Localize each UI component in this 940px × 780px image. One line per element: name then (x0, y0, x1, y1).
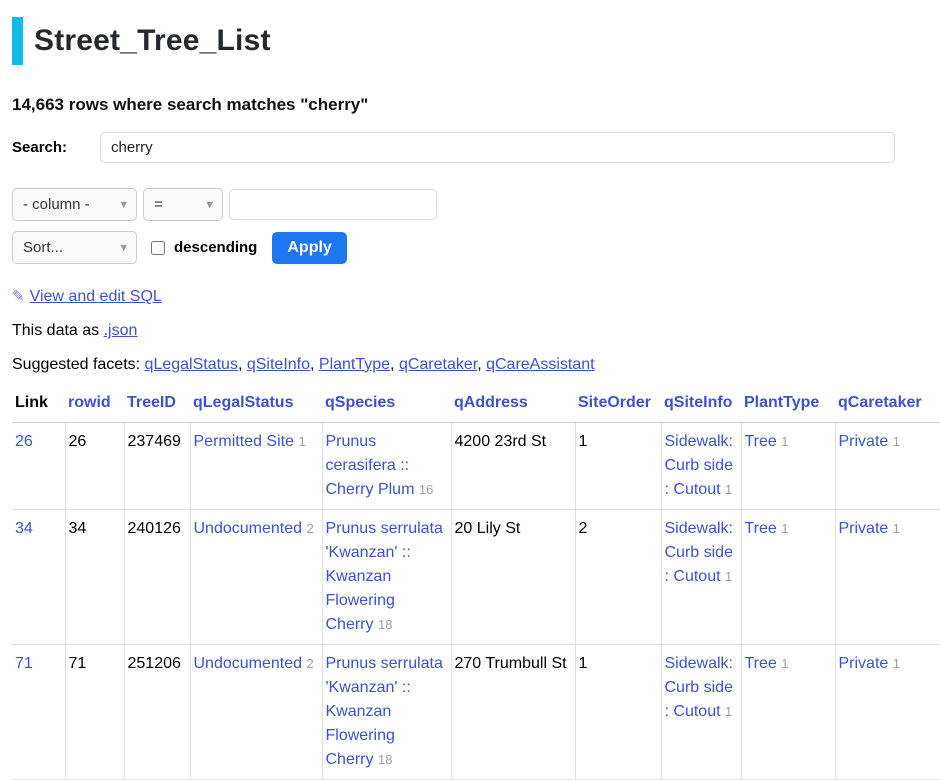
page: Street_Tree_List 14,663 rows where searc… (0, 0, 940, 780)
sort-select[interactable]: Sort... (12, 231, 137, 264)
col-header-qaddress[interactable]: qAddress (454, 394, 528, 411)
facet-item: qLegalStatus (145, 356, 247, 373)
site-order-value: 1 (579, 433, 588, 450)
search-label: Search: (12, 139, 100, 156)
rowid-value: 71 (69, 655, 87, 672)
treeid-value: 251206 (128, 655, 181, 672)
descending-label: descending (174, 239, 257, 256)
data-as-label: This data as (12, 322, 99, 339)
caretaker-link[interactable]: Private (839, 520, 889, 537)
page-title: Street_Tree_List (34, 24, 271, 58)
site-order-value: 1 (579, 655, 588, 672)
page-header: Street_Tree_List (12, 17, 940, 65)
sort-select-wrap: Sort... (12, 231, 137, 264)
facet-count: 16 (419, 482, 433, 497)
facet-count: 1 (781, 521, 788, 536)
facet-item: qCaretaker (399, 356, 486, 373)
operator-select-wrap: = (143, 188, 223, 221)
col-header-qlegalstatus[interactable]: qLegalStatus (193, 394, 293, 411)
legal-status-link[interactable]: Permitted Site (194, 433, 294, 450)
legal-status-link[interactable]: Undocumented (194, 655, 303, 672)
facet-link-planttype[interactable]: PlantType (319, 356, 390, 373)
col-header-planttype[interactable]: PlantType (744, 394, 819, 411)
facet-count: 1 (893, 521, 900, 536)
facet-count: 18 (378, 617, 392, 632)
facet-count: 2 (306, 521, 313, 536)
col-header-link: Link (12, 390, 65, 423)
pencil-icon: ✎ (12, 288, 25, 305)
site-order-value: 2 (579, 520, 588, 537)
address-value: 4200 23rd St (455, 433, 547, 450)
facet-count: 1 (893, 656, 900, 671)
facet-link-qcareassistant[interactable]: qCareAssistant (486, 356, 595, 373)
row-link[interactable]: 71 (15, 655, 33, 672)
column-select[interactable]: - column - (12, 188, 137, 221)
json-link[interactable]: .json (104, 322, 138, 339)
facet-item: qSiteInfo (247, 356, 319, 373)
site-info-link[interactable]: Sidewalk: Curb side : Cutout (665, 520, 733, 585)
descending-checkbox[interactable] (151, 241, 165, 255)
row-link[interactable]: 26 (15, 433, 33, 450)
treeid-value: 237469 (128, 433, 181, 450)
row-count-summary: 14,663 rows where search matches "cherry… (12, 95, 940, 115)
address-value: 270 Trumbull St (455, 655, 567, 672)
facet-link-qlegalstatus[interactable]: qLegalStatus (145, 356, 238, 373)
col-header-qspecies[interactable]: qSpecies (325, 394, 395, 411)
facet-link-qcaretaker[interactable]: qCaretaker (399, 356, 477, 373)
plant-type-link[interactable]: Tree (745, 655, 777, 672)
site-info-link[interactable]: Sidewalk: Curb side : Cutout (665, 655, 733, 720)
facet-count: 1 (893, 434, 900, 449)
legal-status-link[interactable]: Undocumented (194, 520, 303, 537)
col-header-rowid[interactable]: rowid (68, 394, 111, 411)
site-info-link[interactable]: Sidewalk: Curb side : Cutout (665, 433, 733, 498)
table-header-row: Link rowid TreeID qLegalStatus qSpecies … (12, 390, 940, 423)
results-table: Link rowid TreeID qLegalStatus qSpecies … (12, 390, 940, 780)
search-input[interactable] (100, 132, 895, 163)
col-header-qcaretaker[interactable]: qCaretaker (838, 394, 922, 411)
plant-type-link[interactable]: Tree (745, 520, 777, 537)
table-row: 26 26 237469 Permitted Site 1 Prunus cer… (12, 423, 940, 510)
view-edit-sql-link[interactable]: View and edit SQL (30, 288, 162, 305)
accent-bar (12, 17, 23, 65)
facet-count: 1 (725, 704, 732, 719)
sql-line: ✎ View and edit SQL (12, 287, 940, 306)
caretaker-link[interactable]: Private (839, 655, 889, 672)
facet-count: 1 (298, 434, 305, 449)
table-row: 71 71 251206 Undocumented 2 Prunus serru… (12, 645, 940, 780)
filter-value-input[interactable] (229, 189, 437, 220)
col-header-treeid[interactable]: TreeID (127, 394, 176, 411)
facet-link-qsiteinfo[interactable]: qSiteInfo (247, 356, 310, 373)
operator-select[interactable]: = (143, 188, 223, 221)
col-header-siteorder[interactable]: SiteOrder (578, 394, 651, 411)
table-row: 34 34 240126 Undocumented 2 Prunus serru… (12, 510, 940, 645)
facet-count: 1 (725, 569, 732, 584)
address-value: 20 Lily St (455, 520, 521, 537)
col-header-qsiteinfo[interactable]: qSiteInfo (664, 394, 732, 411)
facets-label: Suggested facets: (12, 356, 140, 373)
species-link[interactable]: Prunus cerasifera :: Cherry Plum (326, 433, 415, 498)
apply-button[interactable]: Apply (272, 232, 346, 264)
search-form: Search: (12, 132, 895, 163)
facet-item: PlantType (319, 356, 399, 373)
row-link[interactable]: 34 (15, 520, 33, 537)
suggested-facets-line: Suggested facets: qLegalStatus qSiteInfo… (12, 356, 940, 374)
treeid-value: 240126 (128, 520, 181, 537)
caretaker-link[interactable]: Private (839, 433, 889, 450)
sort-row: Sort... descending Apply (12, 231, 940, 264)
data-export-line: This data as .json (12, 322, 940, 340)
rowid-value: 26 (69, 433, 87, 450)
column-select-wrap: - column - (12, 188, 137, 221)
facet-count: 2 (306, 656, 313, 671)
facet-count: 1 (781, 434, 788, 449)
plant-type-link[interactable]: Tree (745, 433, 777, 450)
filter-row: - column - = (12, 188, 940, 221)
facet-count: 1 (781, 656, 788, 671)
facet-count: 1 (725, 482, 732, 497)
rowid-value: 34 (69, 520, 87, 537)
facet-count: 18 (378, 752, 392, 767)
facet-item: qCareAssistant (486, 356, 595, 373)
